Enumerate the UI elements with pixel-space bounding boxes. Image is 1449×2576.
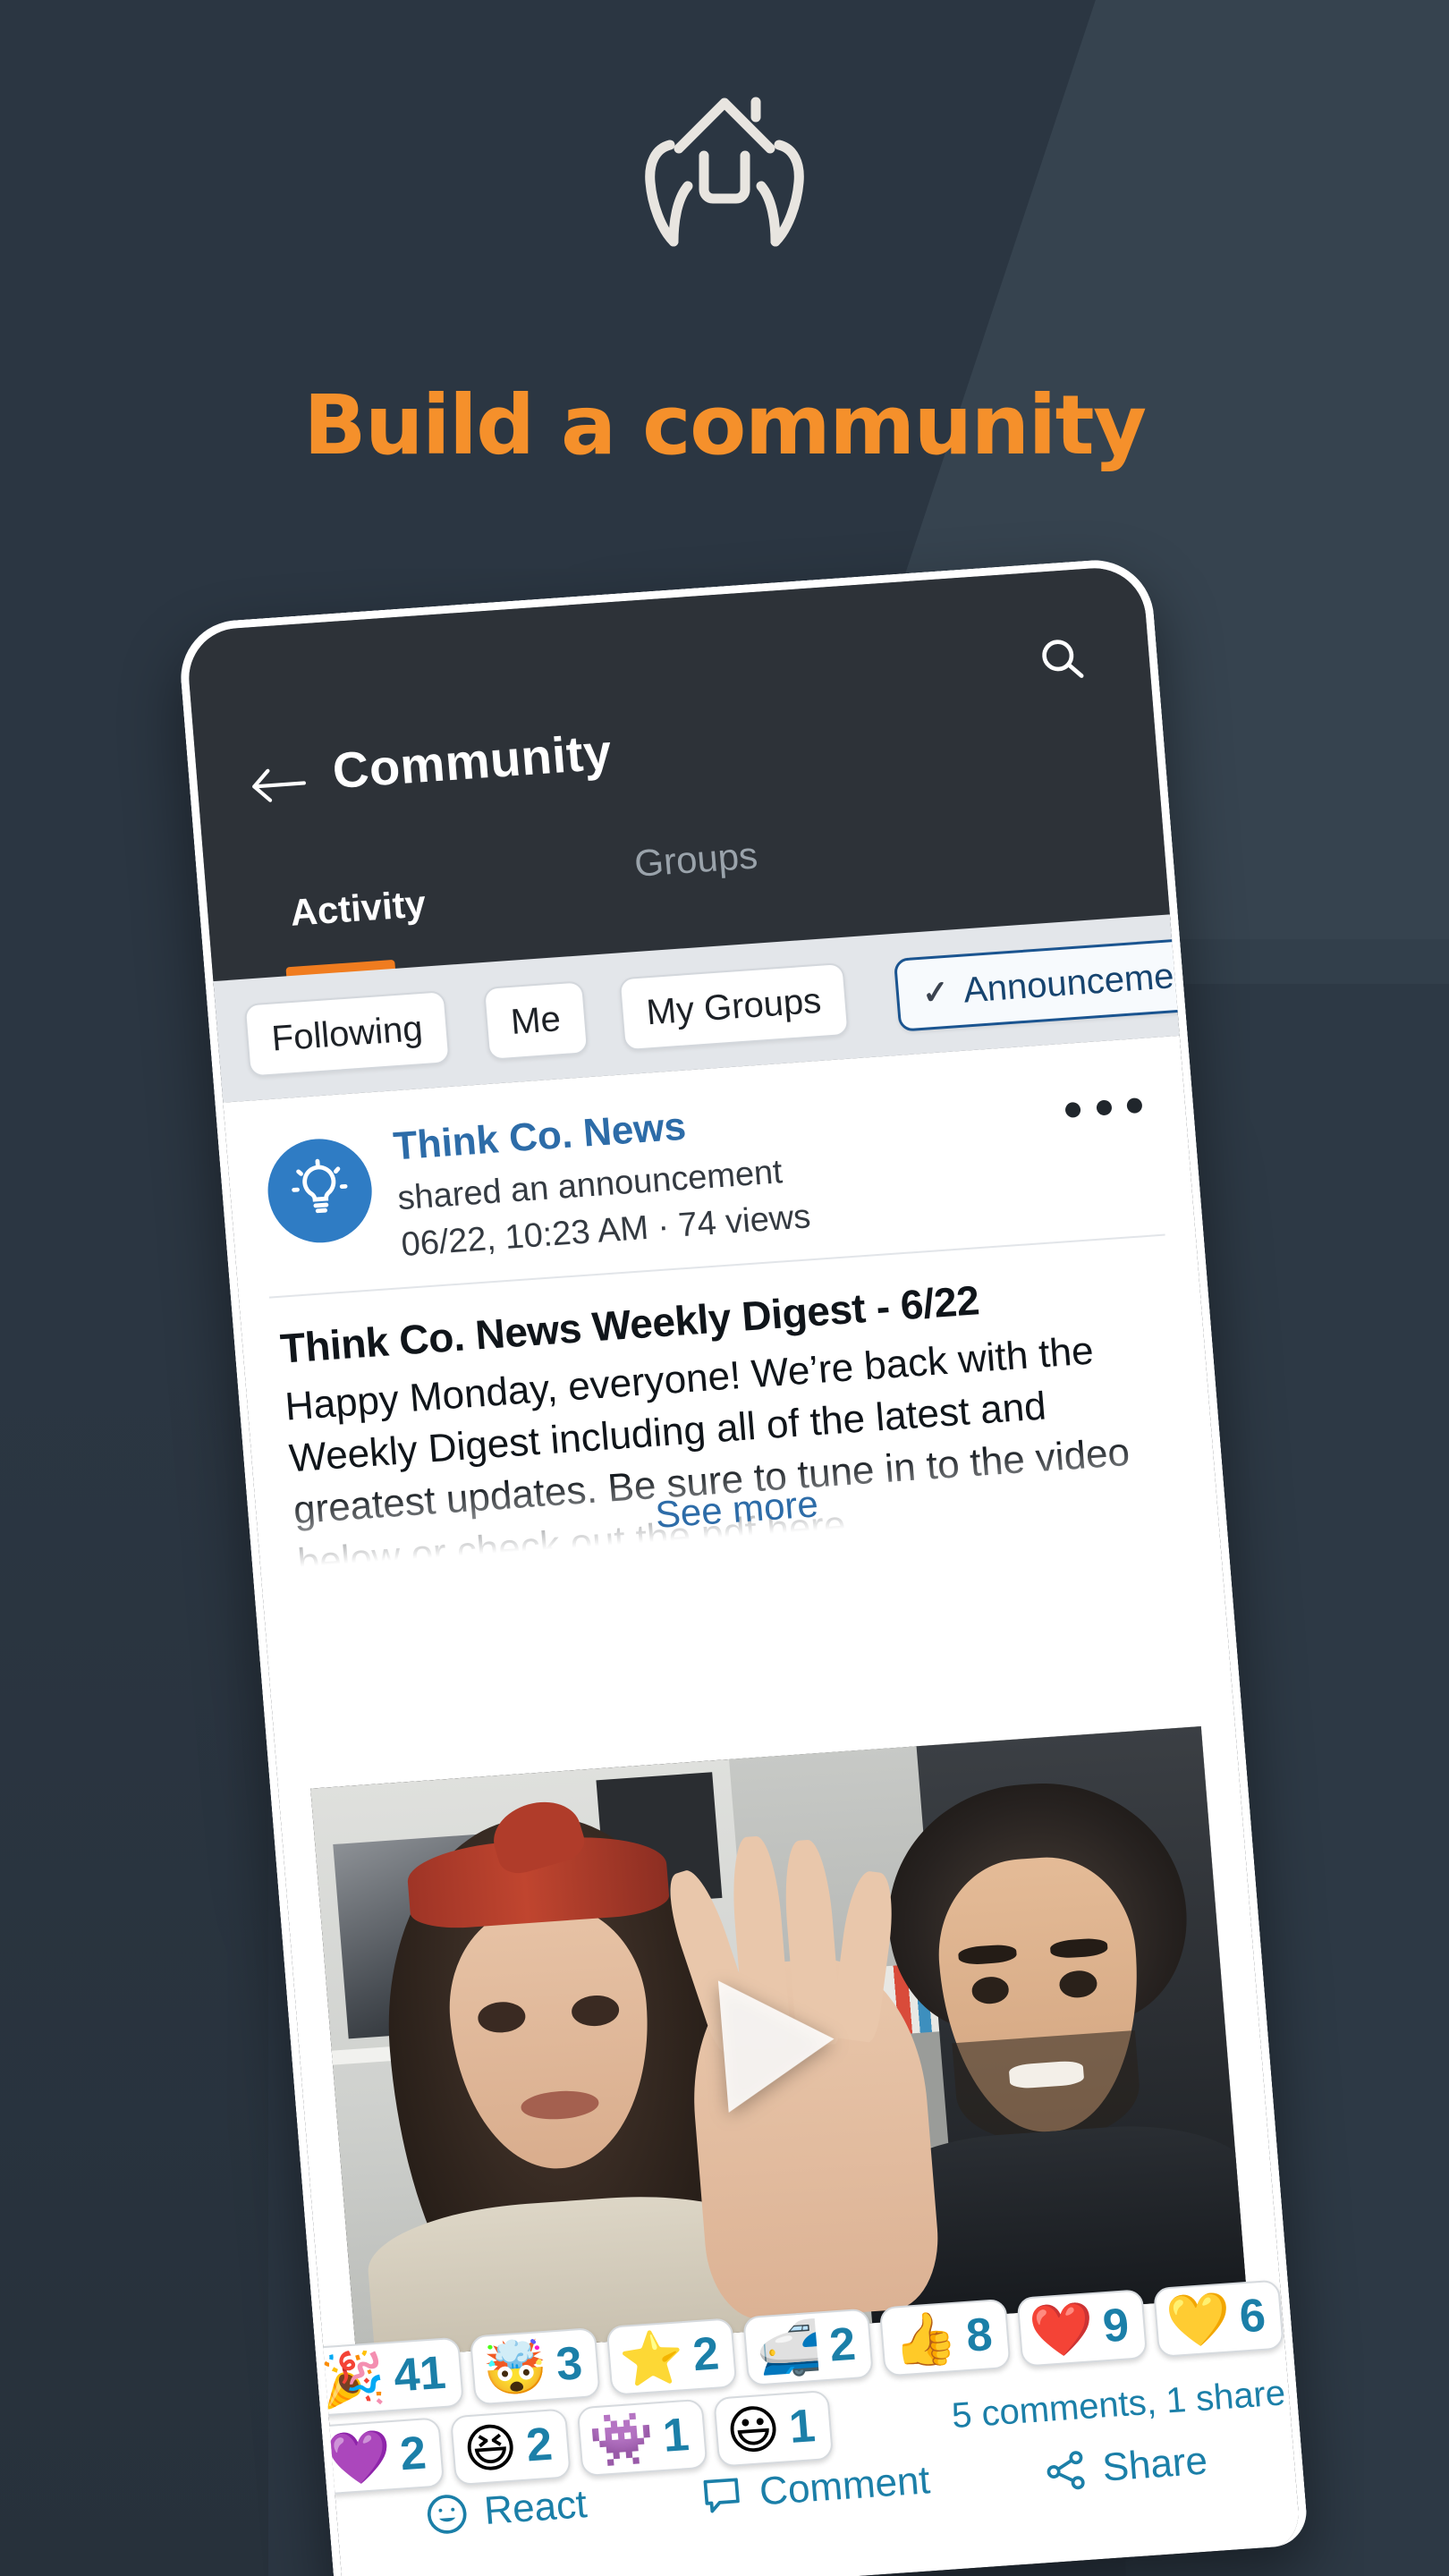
filter-chip-announcements[interactable]: ✓ Announcements: [893, 934, 1180, 1032]
filter-chip-my-groups[interactable]: My Groups: [618, 962, 850, 1052]
share-network-icon: [1046, 2451, 1085, 2490]
yellow-heart-icon: 💛: [1164, 2287, 1233, 2353]
share-label: Share: [1100, 2438, 1209, 2490]
tab-activity[interactable]: Activity: [289, 882, 428, 934]
bullet-train-icon: 🚅: [753, 2316, 824, 2382]
filter-chip-me[interactable]: Me: [482, 980, 589, 1061]
thumbs-up-icon: 👍: [890, 2306, 961, 2372]
reaction-bullet-train[interactable]: 🚅 2: [742, 2308, 875, 2387]
reaction-count: 8: [964, 2309, 995, 2362]
reaction-exploding-head[interactable]: 🤯 3: [469, 2326, 601, 2406]
exploding-head-icon: 🤯: [480, 2334, 550, 2401]
phone-mockup: Community Activity Groups Following Me M…: [176, 555, 1309, 2576]
page-title: Community: [330, 723, 614, 800]
reaction-count: 2: [691, 2327, 721, 2382]
filter-chip-following[interactable]: Following: [243, 990, 451, 1078]
filter-chip-label: Announcements: [962, 953, 1180, 1011]
smiley-face-icon: [427, 2495, 467, 2534]
party-popper-icon: 🎉: [318, 2346, 388, 2412]
reaction-count: 2: [827, 2318, 858, 2372]
background-left-gradient: [0, 1324, 268, 2576]
star-icon: ⭐: [617, 2326, 687, 2391]
post-author[interactable]: Think Co. News: [392, 1105, 688, 1170]
house-in-hands-icon: [622, 63, 827, 250]
speech-bubble-icon: [703, 2478, 741, 2513]
red-heart-icon: ❤️: [1027, 2297, 1097, 2362]
reaction-party-popper[interactable]: 🎉 41: [307, 2336, 465, 2418]
check-icon: ✓: [920, 972, 951, 1012]
tab-groups[interactable]: Groups: [633, 834, 759, 885]
hero-title: Build a community: [303, 377, 1147, 473]
comment-label: Comment: [758, 2458, 932, 2514]
play-triangle-icon[interactable]: [717, 1972, 840, 2113]
video-thumbnail[interactable]: [310, 1726, 1248, 2360]
filter-chip-label: My Groups: [645, 980, 823, 1032]
filter-chip-label: Following: [270, 1008, 425, 1059]
reaction-count: 41: [392, 2346, 448, 2402]
reaction-star[interactable]: ⭐ 2: [606, 2318, 738, 2396]
react-label: React: [482, 2482, 589, 2533]
reaction-count: 3: [554, 2337, 585, 2391]
reaction-count: 6: [1237, 2289, 1268, 2343]
reaction-yellow-heart[interactable]: 💛 6: [1152, 2279, 1284, 2359]
reaction-count: 9: [1100, 2299, 1131, 2353]
reaction-thumbs-up[interactable]: 👍 8: [879, 2298, 1012, 2377]
react-button[interactable]: React: [422, 2481, 589, 2539]
search-icon[interactable]: [1027, 624, 1097, 693]
phone-frame: Community Activity Groups Following Me M…: [176, 555, 1309, 2576]
reaction-red-heart[interactable]: ❤️ 9: [1015, 2289, 1148, 2368]
avatar[interactable]: [264, 1135, 377, 1247]
post-card: Think Co. News shared an announcement 06…: [223, 1035, 1301, 2576]
arrow-left-icon[interactable]: [240, 747, 317, 823]
comment-button[interactable]: Comment: [697, 2457, 931, 2520]
share-button[interactable]: Share: [1040, 2438, 1209, 2496]
filter-chip-label: Me: [509, 998, 563, 1042]
overflow-menu-icon[interactable]: [1063, 1080, 1144, 1135]
